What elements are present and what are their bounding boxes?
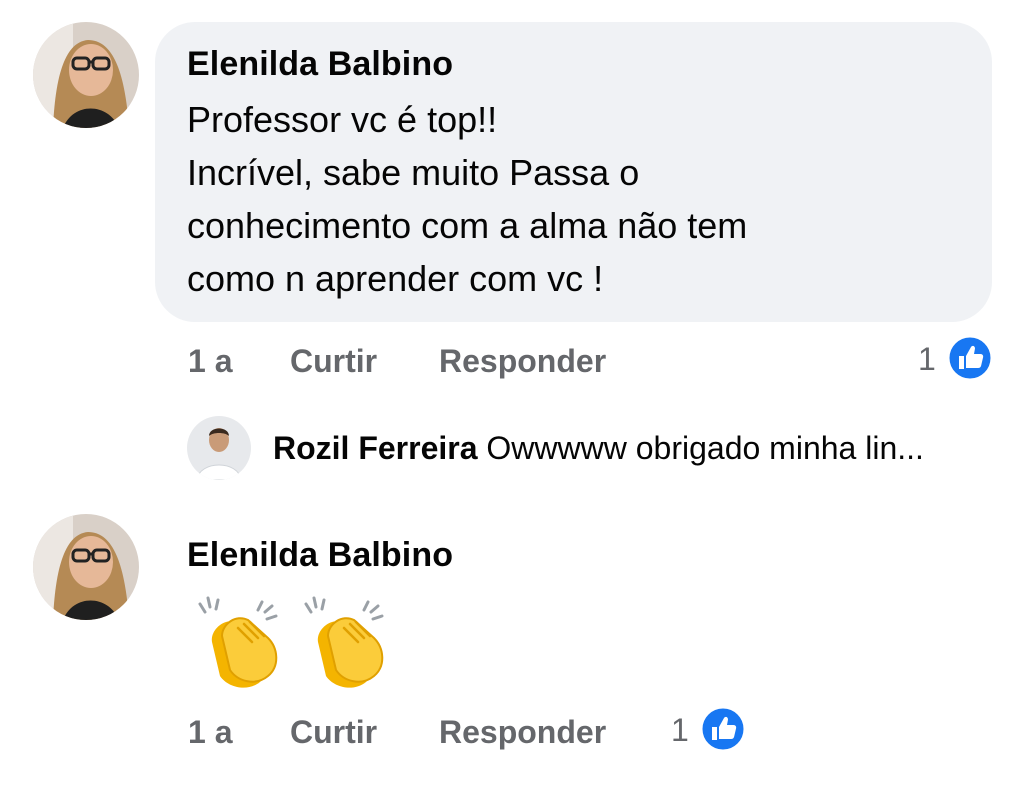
- comment-text-line: conhecimento com a alma não tem: [187, 205, 748, 246]
- comment-timestamp[interactable]: 1 a: [188, 714, 232, 751]
- reaction-count[interactable]: 1: [671, 712, 689, 749]
- reaction-count[interactable]: 1: [918, 341, 936, 378]
- reply-text: Owwwww obrigado minha lin...: [486, 430, 924, 466]
- comment-timestamp[interactable]: 1 a: [188, 343, 232, 380]
- comment-author[interactable]: Elenilda Balbino: [187, 45, 453, 84]
- like-icon[interactable]: [700, 706, 746, 752]
- comment-author[interactable]: Elenilda Balbino: [187, 536, 453, 575]
- reply-button[interactable]: Responder: [439, 343, 606, 380]
- comment-text-line: como n aprender com vc !: [187, 258, 604, 299]
- comment-text-line: Professor vc é top!!: [187, 99, 498, 140]
- reply-author[interactable]: Rozil Ferreira: [273, 430, 478, 466]
- reply-button[interactable]: Responder: [439, 714, 606, 751]
- avatar[interactable]: [33, 22, 139, 128]
- clapping-hands-icon: [192, 592, 292, 697]
- clapping-hands-icon: [298, 592, 398, 697]
- reply-preview[interactable]: Rozil Ferreira Owwwww obrigado minha lin…: [273, 430, 924, 467]
- comment-text-line: Incrível, sabe muito Passa o: [187, 152, 640, 193]
- avatar[interactable]: [33, 514, 139, 620]
- like-button[interactable]: Curtir: [290, 343, 377, 380]
- like-button[interactable]: Curtir: [290, 714, 377, 751]
- like-icon[interactable]: [947, 335, 993, 381]
- avatar[interactable]: [187, 416, 251, 480]
